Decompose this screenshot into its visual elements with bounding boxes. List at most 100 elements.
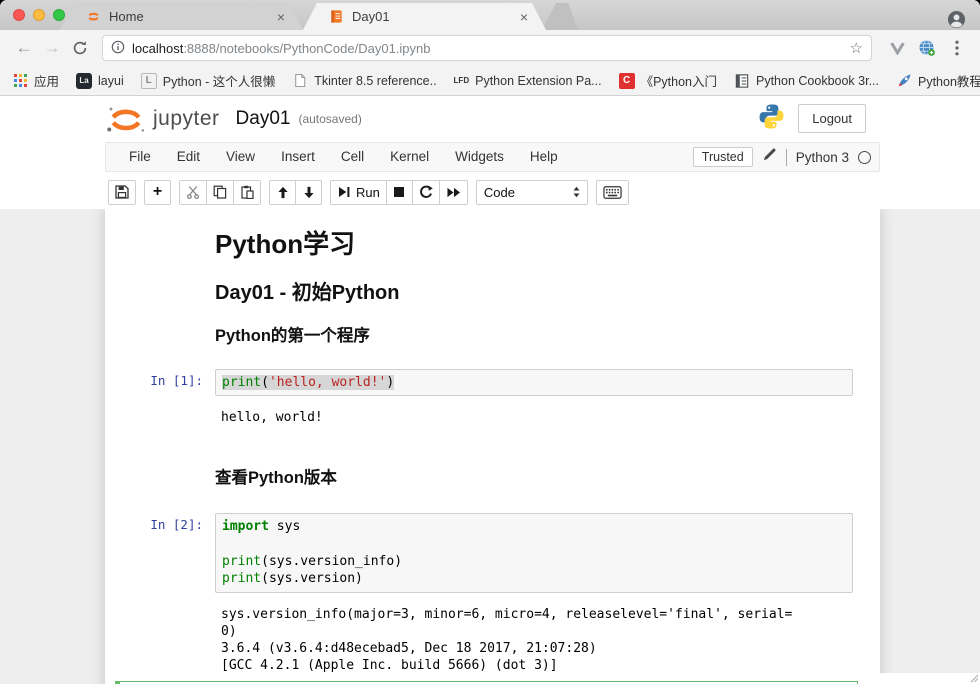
move-cell-up-button[interactable] (269, 180, 296, 205)
tab-title: Home (109, 9, 273, 24)
code-input-2[interactable]: import sys print(sys.version_info)print(… (215, 513, 853, 593)
notebook-toolbar: + Run (0, 175, 980, 209)
code-cell-2[interactable]: In [2]: import sys print(sys.version_inf… (115, 508, 858, 598)
bookmark-label: layui (98, 74, 124, 88)
bookmark-star-icon[interactable]: ☆ (850, 39, 863, 57)
extension-globe-icon[interactable] (914, 35, 940, 61)
minimize-window-button[interactable] (33, 9, 45, 21)
notebook-heading-3: 查看Python版本 (215, 469, 853, 489)
jupyter-header: jupyter Day01 (autosaved) Logout (0, 96, 980, 141)
close-window-button[interactable] (13, 9, 25, 21)
new-tab-button[interactable] (542, 3, 578, 30)
address-bar[interactable]: localhost:8888/notebooks/PythonCode/Day0… (102, 35, 872, 61)
python-logo-icon (758, 103, 785, 135)
menu-cell[interactable]: Cell (328, 143, 377, 171)
markdown-cell-h3-second[interactable]: 查看Python版本 (115, 452, 858, 494)
menu-kernel[interactable]: Kernel (377, 143, 442, 171)
zoom-window-button[interactable] (53, 9, 65, 21)
autosave-status: (autosaved) (298, 112, 361, 126)
notebook-heading-3: Python的第一个程序 (215, 327, 853, 347)
kernel-idle-indicator-icon (858, 151, 871, 164)
forward-icon[interactable]: → (38, 34, 66, 62)
menu-widgets[interactable]: Widgets (442, 143, 517, 171)
tab-title: Day01 (352, 9, 516, 24)
back-icon[interactable]: ← (10, 34, 38, 62)
restart-kernel-button[interactable] (412, 180, 440, 205)
notebook-heading-2: Day01 - 初始Python (215, 282, 853, 305)
copy-cells-button[interactable] (206, 180, 234, 205)
close-tab-icon[interactable]: × (273, 8, 289, 26)
menu-edit[interactable]: Edit (164, 143, 213, 171)
run-cell-button[interactable]: Run (330, 180, 387, 205)
extension-chevron-icon[interactable] (884, 35, 910, 61)
divider (786, 149, 787, 166)
add-cell-button[interactable]: + (144, 180, 171, 205)
menu-view[interactable]: View (213, 143, 268, 171)
tab-home[interactable]: Home × (60, 3, 303, 30)
move-cell-down-button[interactable] (295, 180, 322, 205)
bookmark-python-extension[interactable]: LFD Python Extension Pa... (454, 73, 602, 89)
paste-cells-button[interactable] (233, 180, 261, 205)
close-tab-icon[interactable]: × (516, 8, 532, 26)
trusted-button[interactable]: Trusted (693, 147, 753, 167)
lfd-text-icon: LFD (454, 73, 470, 89)
bookmark-python-tutorial[interactable]: Python教程 (896, 71, 980, 90)
bookmark-label: Python Cookbook 3r... (756, 74, 879, 88)
tab-day01[interactable]: Day01 × (303, 3, 546, 30)
output-text: hello, world! (215, 401, 853, 430)
letter-l-icon: L (141, 73, 157, 89)
notebook-heading-1: Python学习 (215, 230, 853, 260)
notebook-container: Python学习 Day01 - 初始Python Python的第一个程序 I… (105, 209, 880, 684)
bookmark-python-intro[interactable]: C 《Python入门 (619, 71, 717, 90)
logout-button[interactable]: Logout (798, 104, 866, 133)
command-palette-button[interactable] (596, 180, 629, 205)
interrupt-kernel-button[interactable] (386, 180, 413, 205)
dropdown-spinner-icon (573, 186, 580, 198)
bookmark-layui[interactable]: La layui (76, 73, 124, 89)
browser-menu-icon[interactable] (944, 35, 970, 61)
code-cell-1[interactable]: In [1]: print('hello, world!') (115, 364, 858, 402)
output-cell-1: hello, world! (115, 401, 858, 430)
cell-type-dropdown[interactable]: Code (476, 180, 588, 205)
profile-avatar-icon[interactable] (947, 10, 966, 34)
notebook-title[interactable]: Day01 (236, 108, 291, 130)
bookmark-label: Python教程 (918, 71, 980, 90)
traffic-lights (13, 9, 65, 21)
code-input-1[interactable]: print('hello, world!') (215, 369, 853, 397)
bookmark-cookbook[interactable]: Python Cookbook 3r... (734, 73, 879, 89)
layui-badge-icon: La (76, 73, 92, 89)
bookmark-apps[interactable]: 应用 (12, 71, 59, 90)
markdown-cell-h2[interactable]: Day01 - 初始Python (115, 265, 858, 310)
page-icon (292, 73, 308, 89)
markdown-cell-h1[interactable]: Python学习 (115, 225, 858, 265)
bookmark-tkinter[interactable]: Tkinter 8.5 reference.. (292, 73, 436, 89)
notebook-book-icon (329, 9, 344, 24)
output-text: sys.version_info(major=3, minor=6, micro… (215, 598, 853, 678)
kernel-name: Python 3 (796, 150, 849, 165)
menu-insert[interactable]: Insert (268, 143, 328, 171)
notebook-scroll-area[interactable]: Python学习 Day01 - 初始Python Python的第一个程序 I… (0, 209, 980, 684)
bookmark-label: Python - 这个人很懒 (163, 71, 276, 90)
restart-run-all-button[interactable] (439, 180, 468, 205)
reload-icon[interactable] (66, 34, 94, 62)
cut-cells-button[interactable] (179, 180, 207, 205)
bookmark-python-blog[interactable]: L Python - 这个人很懒 (141, 71, 276, 90)
cell-type-value: Code (484, 185, 515, 200)
menu-help[interactable]: Help (517, 143, 571, 171)
input-prompt: In [2]: (120, 513, 215, 593)
save-button[interactable] (108, 180, 136, 205)
red-c-badge-icon: C (619, 73, 635, 89)
url-path: :8888/notebooks/PythonCode/Day01.ipynb (183, 41, 430, 56)
bookmark-label: 《Python入门 (641, 71, 717, 90)
page-info-icon[interactable] (111, 40, 125, 57)
menubar: File Edit View Insert Cell Kernel Widget… (105, 142, 880, 172)
bookmark-label: 应用 (34, 71, 59, 90)
rocket-icon (896, 73, 912, 89)
jupyter-ring-icon (86, 9, 101, 24)
menu-file[interactable]: File (116, 143, 164, 171)
input-prompt: In [1]: (120, 369, 215, 397)
markdown-cell-h3-first[interactable]: Python的第一个程序 (115, 310, 858, 352)
jupyter-logo[interactable]: jupyter (106, 104, 220, 134)
url-toolbar: ← → localhost:8888/notebooks/PythonCode/… (0, 30, 980, 66)
run-button-label: Run (356, 185, 380, 200)
